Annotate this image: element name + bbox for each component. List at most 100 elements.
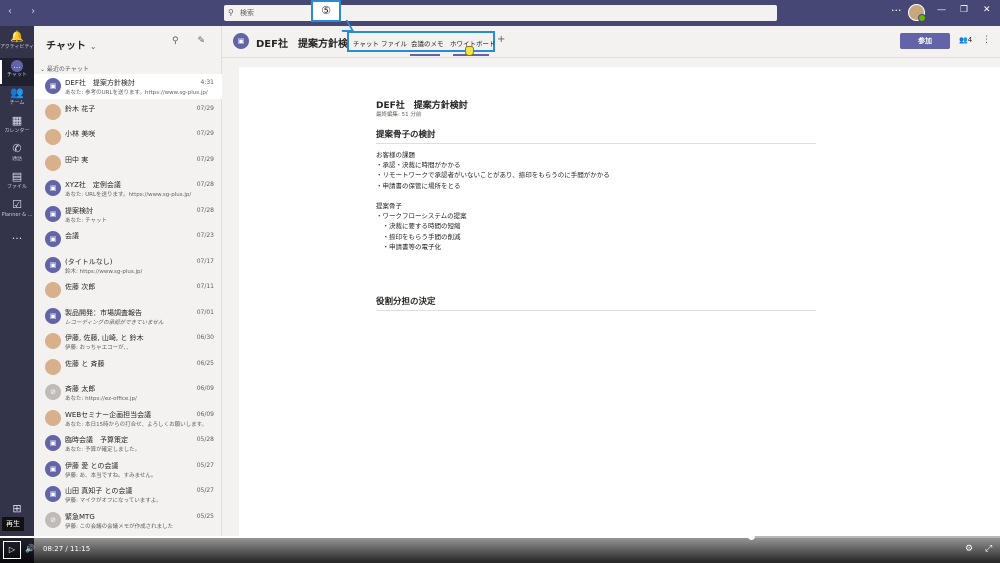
maximize-icon[interactable]: ❐	[960, 5, 968, 15]
group-avatar: ▣	[45, 307, 61, 324]
chat-name: 田中 実	[65, 155, 89, 164]
section-title[interactable]: 役割分担の決定	[376, 295, 436, 307]
chat-icon: …	[0, 58, 34, 72]
chat-preview: あなた: 予算が確定しました。	[65, 447, 141, 453]
section-title[interactable]: 提案骨子の検討	[376, 128, 436, 140]
teams-icon: 👥	[10, 86, 24, 99]
chat-list-item[interactable]: ▣ (タイトルなし) 鈴木: https://www.sg-plus.jp/07/1…	[34, 253, 222, 278]
rail-more[interactable]: ···	[0, 232, 34, 260]
notes-line: ・決裁に要する時間の短縮	[376, 222, 461, 231]
group-avatar: ▣	[233, 33, 249, 49]
chat-name: 山田 真知子 との会議	[65, 487, 133, 495]
minimize-icon[interactable]: —	[937, 5, 946, 15]
participants-button[interactable]: 👥4	[959, 36, 972, 44]
search-placeholder: 検索	[240, 9, 254, 17]
meeting-notes-page: DEF社 提案方針検討 最終編集: 51 分前 提案骨子の検討 お客様の課題 ・承…	[239, 67, 1000, 536]
close-icon[interactable]: ✕	[983, 5, 991, 15]
section-divider	[376, 143, 816, 144]
app-rail: 🔔 アクティビティ … チャット 👥 チーム ▦ カレンダー ✆ 通話 ▤ ファ…	[0, 26, 34, 563]
chat-time: 07/28	[196, 181, 214, 188]
chat-name: XYZ社 定例会議	[65, 181, 121, 189]
tab-chat[interactable]: チャット	[353, 38, 379, 48]
more-apps-icon: ···	[11, 232, 23, 245]
chat-list-item[interactable]: ▣ 臨時会議 予算策定 あなた: 予算が確定しました。 05/28	[34, 431, 222, 456]
settings-icon[interactable]: ⚙	[965, 544, 973, 554]
step-callout: ⑤	[311, 0, 341, 22]
history-nav-icon[interactable]: ‹ ›	[8, 6, 43, 17]
chat-list-item[interactable]: 佐藤 次郎 07/11	[34, 278, 222, 303]
chat-name: 会議	[65, 232, 79, 240]
chat-time: 07/17	[196, 257, 214, 265]
chat-list-item[interactable]: ▣ 山田 真知子 との会議 伊藤: マイクがオフになっていますよ。 05/27	[34, 482, 222, 507]
chat-list-item[interactable]: ▣ 提案検討 あなた: チャット 07/28	[34, 202, 222, 227]
more-options-icon[interactable]: ···	[891, 4, 902, 17]
chat-list-item[interactable]: 伊藤, 佐藤, 山崎, と 鈴木 伊藤: おっちゃエコーが、、 06/30	[34, 329, 222, 354]
group-avatar: ▣	[45, 460, 61, 477]
rail-teams[interactable]: 👥 チーム	[0, 86, 34, 114]
filter-and-compose-icons[interactable]: ⚲ ✎	[172, 36, 213, 46]
chat-time: 07/29	[196, 155, 214, 163]
rail-chat[interactable]: … チャット	[0, 58, 34, 86]
rail-activity[interactable]: 🔔 アクティビティ	[0, 30, 34, 58]
group-avatar: ▣	[45, 205, 61, 222]
rail-label: アクティビティ	[0, 44, 34, 50]
rail-label: Planner & ...	[1, 212, 33, 218]
chat-title: DEF社 提案方針検討	[256, 39, 358, 50]
chat-list-item[interactable]: ▣ XYZ社 定例会議あなた: URLを送ります。https://www.sg-p…	[34, 176, 222, 201]
more-options-icon[interactable]: ⋮	[982, 35, 991, 45]
bell-icon: 🔔	[10, 30, 24, 43]
chat-time: 05/25	[196, 512, 214, 520]
chat-list-title-text: チャット	[46, 41, 86, 52]
progress-fill	[0, 536, 751, 538]
avatar	[45, 154, 61, 171]
chat-time: 06/09	[196, 385, 214, 392]
time-display: 08:27 / 11:15	[43, 545, 90, 553]
rail-calls[interactable]: ✆ 通話	[0, 142, 34, 170]
chat-preview: 鈴木: https://www.sg-plus.jp/	[65, 268, 143, 275]
time-separator: /	[63, 545, 70, 553]
rail-planner[interactable]: ☑ Planner & ...	[0, 198, 34, 226]
chat-list-item[interactable]: ⊘ 斉藤 太郎 あなた: https://ez-office.jp/06/09	[34, 380, 222, 405]
chat-time: 07/01	[196, 308, 214, 316]
chat-preview: あなた: URLを送ります。https://www.sg-plus.jp/	[65, 192, 192, 198]
chat-list-item[interactable]: ▣ 伊藤 愛 との会議 伊藤: あ、本当ですね。すみません。 05/27	[34, 457, 222, 482]
chat-preview: レコーディングの承認ができていません	[65, 319, 164, 326]
rail-files[interactable]: ▤ ファイル	[0, 170, 34, 198]
chat-list-item[interactable]: 佐藤 と 斉藤 06/25	[34, 355, 222, 380]
fullscreen-icon[interactable]: ⤢	[985, 544, 992, 554]
chat-list-item[interactable]: ▣ DEF社 提案方針検討 あなた: 参考のURLを送ります。https://www…	[34, 74, 222, 99]
play-button[interactable]: ▷	[3, 541, 21, 559]
chevron-down-icon: ⌄	[89, 42, 97, 51]
chat-name: DEF社 提案方針検討	[65, 79, 135, 87]
chat-list-item[interactable]: ▣ 会議 07/23	[34, 227, 222, 252]
chat-preview: 伊藤: あ、本当ですね。すみません。	[65, 472, 157, 479]
file-icon: ▤	[11, 170, 23, 183]
join-button[interactable]: 参加	[900, 33, 950, 49]
search-input[interactable]: ⚲ 検索	[224, 5, 777, 21]
chat-list-item[interactable]: 小林 美咲 07/29	[34, 125, 222, 150]
chat-preview: あなた: https://ez-office.jp/	[65, 396, 137, 402]
tab-meeting-notes[interactable]: 会議のメモ	[411, 38, 444, 48]
tab-files[interactable]: ファイル	[381, 38, 407, 48]
progress-handle[interactable]	[748, 533, 755, 540]
chat-list-item[interactable]: 田中 実 07/29	[34, 151, 222, 176]
calendar-icon: ▦	[11, 114, 23, 127]
chat-list-item[interactable]: ⊘ 緊急MTG 伊藤: この会議の会議メモが作成されました 05/25	[34, 508, 222, 533]
notes-line: ・ワークフローシステムの提案	[376, 212, 467, 221]
profile-avatar[interactable]	[908, 4, 926, 22]
rail-calendar[interactable]: ▦ カレンダー	[0, 114, 34, 142]
group-avatar: ▣	[45, 486, 61, 502]
chat-list-item[interactable]: WEBセミナー企画担当会議 あなた: 本日15時からの打合せ、よろしくお願いします…	[34, 406, 222, 431]
chat-time: 07/23	[196, 232, 214, 239]
chat-list-item[interactable]: 鈴木 花子 07/29	[34, 100, 222, 125]
chat-list-item[interactable]: ▣ 製品開発：市場調査報告 レコーディングの承認ができていません 07/01	[34, 304, 222, 329]
group-avatar: ▣	[45, 78, 61, 94]
video-progress-bar[interactable]	[0, 533, 1000, 540]
play-tooltip: 再生	[2, 517, 24, 531]
chat-list-title[interactable]: チャット ⌄	[46, 37, 97, 52]
add-tab-button[interactable]: +	[497, 34, 505, 45]
volume-icon[interactable]: 🔊	[25, 544, 35, 553]
chat-time: 07/29	[196, 104, 214, 112]
group-avatar: ▣	[45, 180, 61, 196]
recent-chats-header[interactable]: ⌄ 最近のチャット	[40, 64, 89, 73]
